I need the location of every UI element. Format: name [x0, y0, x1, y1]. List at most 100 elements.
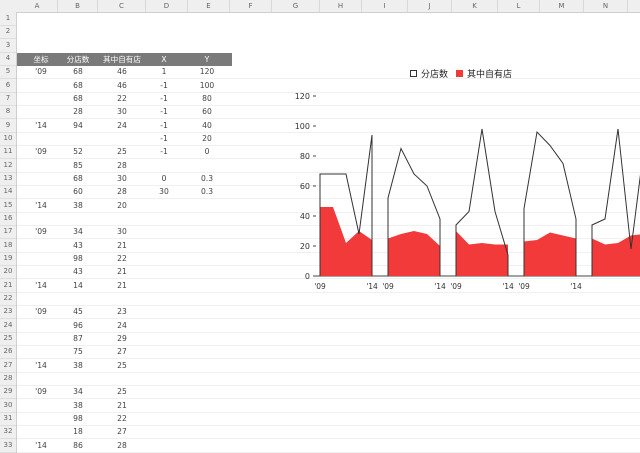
table-cell[interactable]: 21 — [99, 279, 145, 292]
table-cell[interactable]: 38 — [59, 399, 97, 412]
column-header-g[interactable]: G — [272, 0, 320, 12]
row-header-20[interactable]: 20 — [0, 265, 16, 280]
table-cell[interactable] — [99, 372, 145, 385]
table-cell[interactable]: 18 — [59, 425, 97, 438]
table-cell[interactable] — [149, 332, 179, 345]
table-cell[interactable]: 100 — [189, 79, 225, 92]
table-cell[interactable]: 46 — [99, 79, 145, 92]
row-header-5[interactable]: 5 — [0, 65, 16, 80]
table-cell[interactable]: -1 — [149, 92, 179, 105]
table-cell[interactable] — [189, 239, 225, 252]
row-header-8[interactable]: 8 — [0, 105, 16, 120]
table-cell[interactable]: 22 — [99, 92, 145, 105]
table-cell[interactable]: '14 — [25, 279, 57, 292]
table-cell[interactable] — [189, 399, 225, 412]
column-header-l[interactable]: L — [498, 0, 540, 12]
table-cell[interactable] — [149, 199, 179, 212]
table-cell[interactable] — [189, 265, 225, 278]
row-header-3[interactable]: 3 — [0, 39, 16, 53]
table-cell[interactable]: 28 — [99, 439, 145, 452]
table-cell[interactable] — [149, 159, 179, 172]
row-header-25[interactable]: 25 — [0, 332, 16, 346]
row-header-2[interactable]: 2 — [0, 25, 16, 40]
table-cell[interactable]: '14 — [25, 439, 57, 452]
column-header-h[interactable]: H — [320, 0, 362, 12]
table-cell[interactable]: 21 — [99, 239, 145, 252]
row-header-26[interactable]: 26 — [0, 345, 16, 360]
table-cell[interactable] — [149, 265, 179, 278]
column-header-b[interactable]: B — [58, 0, 98, 12]
table-cell[interactable] — [25, 265, 57, 278]
row-header-4[interactable]: 4 — [0, 52, 16, 66]
table-cell[interactable]: 43 — [59, 239, 97, 252]
table-cell[interactable] — [149, 359, 179, 372]
table-cell[interactable]: 30 — [99, 105, 145, 118]
table-cell[interactable]: '14 — [25, 199, 57, 212]
table-cell[interactable] — [189, 332, 225, 345]
table-cell[interactable]: 1 — [149, 65, 179, 78]
table-cell[interactable]: -1 — [149, 132, 179, 145]
table-cell[interactable] — [189, 372, 225, 385]
table-cell[interactable] — [189, 425, 225, 438]
table-cell[interactable] — [25, 172, 57, 185]
header-own-stores[interactable]: 其中自有店 — [99, 53, 145, 66]
table-cell[interactable] — [189, 359, 225, 372]
table-cell[interactable]: 75 — [59, 345, 97, 358]
table-cell[interactable]: -1 — [149, 105, 179, 118]
table-cell[interactable]: 30 — [99, 172, 145, 185]
row-header-17[interactable]: 17 — [0, 225, 16, 240]
table-cell[interactable]: 25 — [99, 145, 145, 158]
table-cell[interactable] — [59, 132, 97, 145]
table-cell[interactable] — [149, 425, 179, 438]
row-header-29[interactable]: 29 — [0, 385, 16, 400]
table-cell[interactable]: 68 — [59, 92, 97, 105]
table-cell[interactable]: 87 — [59, 332, 97, 345]
table-cell[interactable] — [149, 439, 179, 452]
table-cell[interactable]: 52 — [59, 145, 97, 158]
table-cell[interactable]: 60 — [59, 185, 97, 198]
row-header-24[interactable]: 24 — [0, 319, 16, 333]
table-cell[interactable]: 22 — [99, 252, 145, 265]
row-header-32[interactable]: 32 — [0, 425, 16, 440]
row-header-10[interactable]: 10 — [0, 132, 16, 146]
table-cell[interactable] — [149, 372, 179, 385]
table-cell[interactable]: -1 — [149, 119, 179, 132]
table-cell[interactable]: 23 — [99, 305, 145, 318]
table-cell[interactable] — [149, 305, 179, 318]
table-cell[interactable] — [189, 292, 225, 305]
table-cell[interactable] — [149, 345, 179, 358]
row-header-16[interactable]: 16 — [0, 212, 16, 226]
table-cell[interactable]: 68 — [59, 172, 97, 185]
table-cell[interactable] — [25, 372, 57, 385]
column-header-a[interactable]: A — [17, 0, 58, 12]
chart-area[interactable]: 0 20 40 60 80 100 120 '09 '14 '09 '14 '09 '14 '09 '14 — [270, 62, 640, 302]
table-cell[interactable]: 27 — [99, 425, 145, 438]
table-cell[interactable]: 29 — [99, 332, 145, 345]
table-cell[interactable] — [189, 439, 225, 452]
table-cell[interactable]: 40 — [189, 119, 225, 132]
table-cell[interactable] — [25, 132, 57, 145]
table-cell[interactable] — [189, 345, 225, 358]
table-cell[interactable] — [99, 132, 145, 145]
table-cell[interactable]: 43 — [59, 265, 97, 278]
table-cell[interactable] — [25, 332, 57, 345]
table-cell[interactable]: -1 — [149, 145, 179, 158]
table-cell[interactable]: 0 — [149, 172, 179, 185]
column-header-j[interactable]: J — [408, 0, 452, 12]
table-cell[interactable]: -1 — [149, 79, 179, 92]
header-stores[interactable]: 分店数 — [59, 53, 97, 66]
table-cell[interactable]: 14 — [59, 279, 97, 292]
table-cell[interactable]: 24 — [99, 119, 145, 132]
row-header-23[interactable]: 23 — [0, 305, 16, 320]
column-header-f[interactable]: F — [230, 0, 272, 12]
table-cell[interactable]: 86 — [59, 439, 97, 452]
table-cell[interactable]: 85 — [59, 159, 97, 172]
table-cell[interactable]: 68 — [59, 65, 97, 78]
row-header-19[interactable]: 19 — [0, 252, 16, 266]
table-cell[interactable]: 24 — [99, 319, 145, 332]
table-cell[interactable] — [99, 292, 145, 305]
table-cell[interactable]: 25 — [99, 385, 145, 398]
row-header-15[interactable]: 15 — [0, 199, 16, 213]
row-header-30[interactable]: 30 — [0, 399, 16, 413]
table-cell[interactable] — [149, 292, 179, 305]
